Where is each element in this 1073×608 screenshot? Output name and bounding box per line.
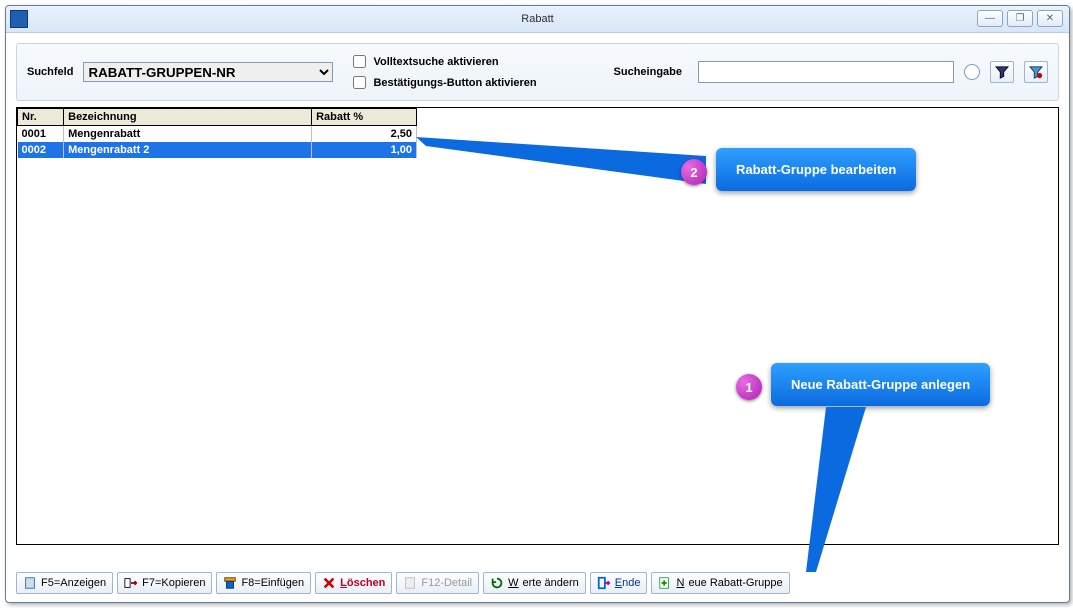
suchfeld-label: Suchfeld xyxy=(27,66,73,78)
minimize-button[interactable]: — xyxy=(977,10,1003,27)
volltext-checkbox-row[interactable]: Volltextsuche aktivieren xyxy=(349,52,536,71)
einfuegen-button[interactable]: F8=Einfügen xyxy=(216,572,311,594)
bestaetigung-checkbox-row[interactable]: Bestätigungs-Button aktivieren xyxy=(349,73,536,92)
new-icon xyxy=(658,576,672,590)
kopieren-button[interactable]: F7=Kopieren xyxy=(117,572,212,594)
funnel-clear-icon xyxy=(1029,65,1043,79)
werte-aendern-button[interactable]: Werte ändern xyxy=(483,572,586,594)
toolbar: F5=Anzeigen F7=Kopieren F8=Einfügen Lösc… xyxy=(16,572,1059,594)
maximize-button[interactable]: ❐ xyxy=(1007,10,1033,27)
sucheingabe-input[interactable] xyxy=(698,61,954,83)
window-title: Rabatt xyxy=(6,13,1069,25)
suchfeld-select[interactable]: RABATT-GRUPPEN-NR xyxy=(83,62,333,82)
ende-button[interactable]: Ende xyxy=(590,572,648,594)
sucheingabe-label: Sucheingabe xyxy=(614,66,682,78)
page-icon xyxy=(23,576,37,590)
neue-rabatt-gruppe-button[interactable]: Neue Rabatt-Gruppe xyxy=(651,572,789,594)
filter-clear-button[interactable] xyxy=(1024,61,1048,83)
detail-icon xyxy=(403,576,417,590)
anzeigen-button[interactable]: F5=Anzeigen xyxy=(16,572,113,594)
loeschen-button[interactable]: Löschen xyxy=(315,572,392,594)
funnel-icon xyxy=(995,65,1009,79)
search-bar: Suchfeld RABATT-GRUPPEN-NR Volltextsuche… xyxy=(16,43,1059,101)
close-button[interactable]: ✕ xyxy=(1037,10,1063,27)
refresh-icon xyxy=(490,576,504,590)
col-header-rab[interactable]: Rabatt % xyxy=(312,109,417,126)
delete-icon xyxy=(322,576,336,590)
bestaetigung-checkbox[interactable] xyxy=(353,76,366,89)
data-grid[interactable]: Nr. Bezeichnung Rabatt % 0001Mengenrabat… xyxy=(16,107,1059,545)
search-radio[interactable] xyxy=(964,64,980,80)
paste-icon xyxy=(223,576,237,590)
col-header-nr[interactable]: Nr. xyxy=(18,109,64,126)
table-row[interactable]: 0001Mengenrabatt2,50 xyxy=(18,126,417,143)
detail-button: F12-Detail xyxy=(396,572,479,594)
window: Rabatt — ❐ ✕ Suchfeld RABATT-GRUPPEN-NR … xyxy=(5,5,1070,603)
col-header-bez[interactable]: Bezeichnung xyxy=(64,109,312,126)
exit-icon xyxy=(597,576,611,590)
filter-button[interactable] xyxy=(990,61,1014,83)
table-row[interactable]: 0002Mengenrabatt 21,00 xyxy=(18,142,417,158)
copy-out-icon xyxy=(124,576,138,590)
volltext-checkbox[interactable] xyxy=(353,55,366,68)
titlebar: Rabatt — ❐ ✕ xyxy=(6,6,1069,33)
